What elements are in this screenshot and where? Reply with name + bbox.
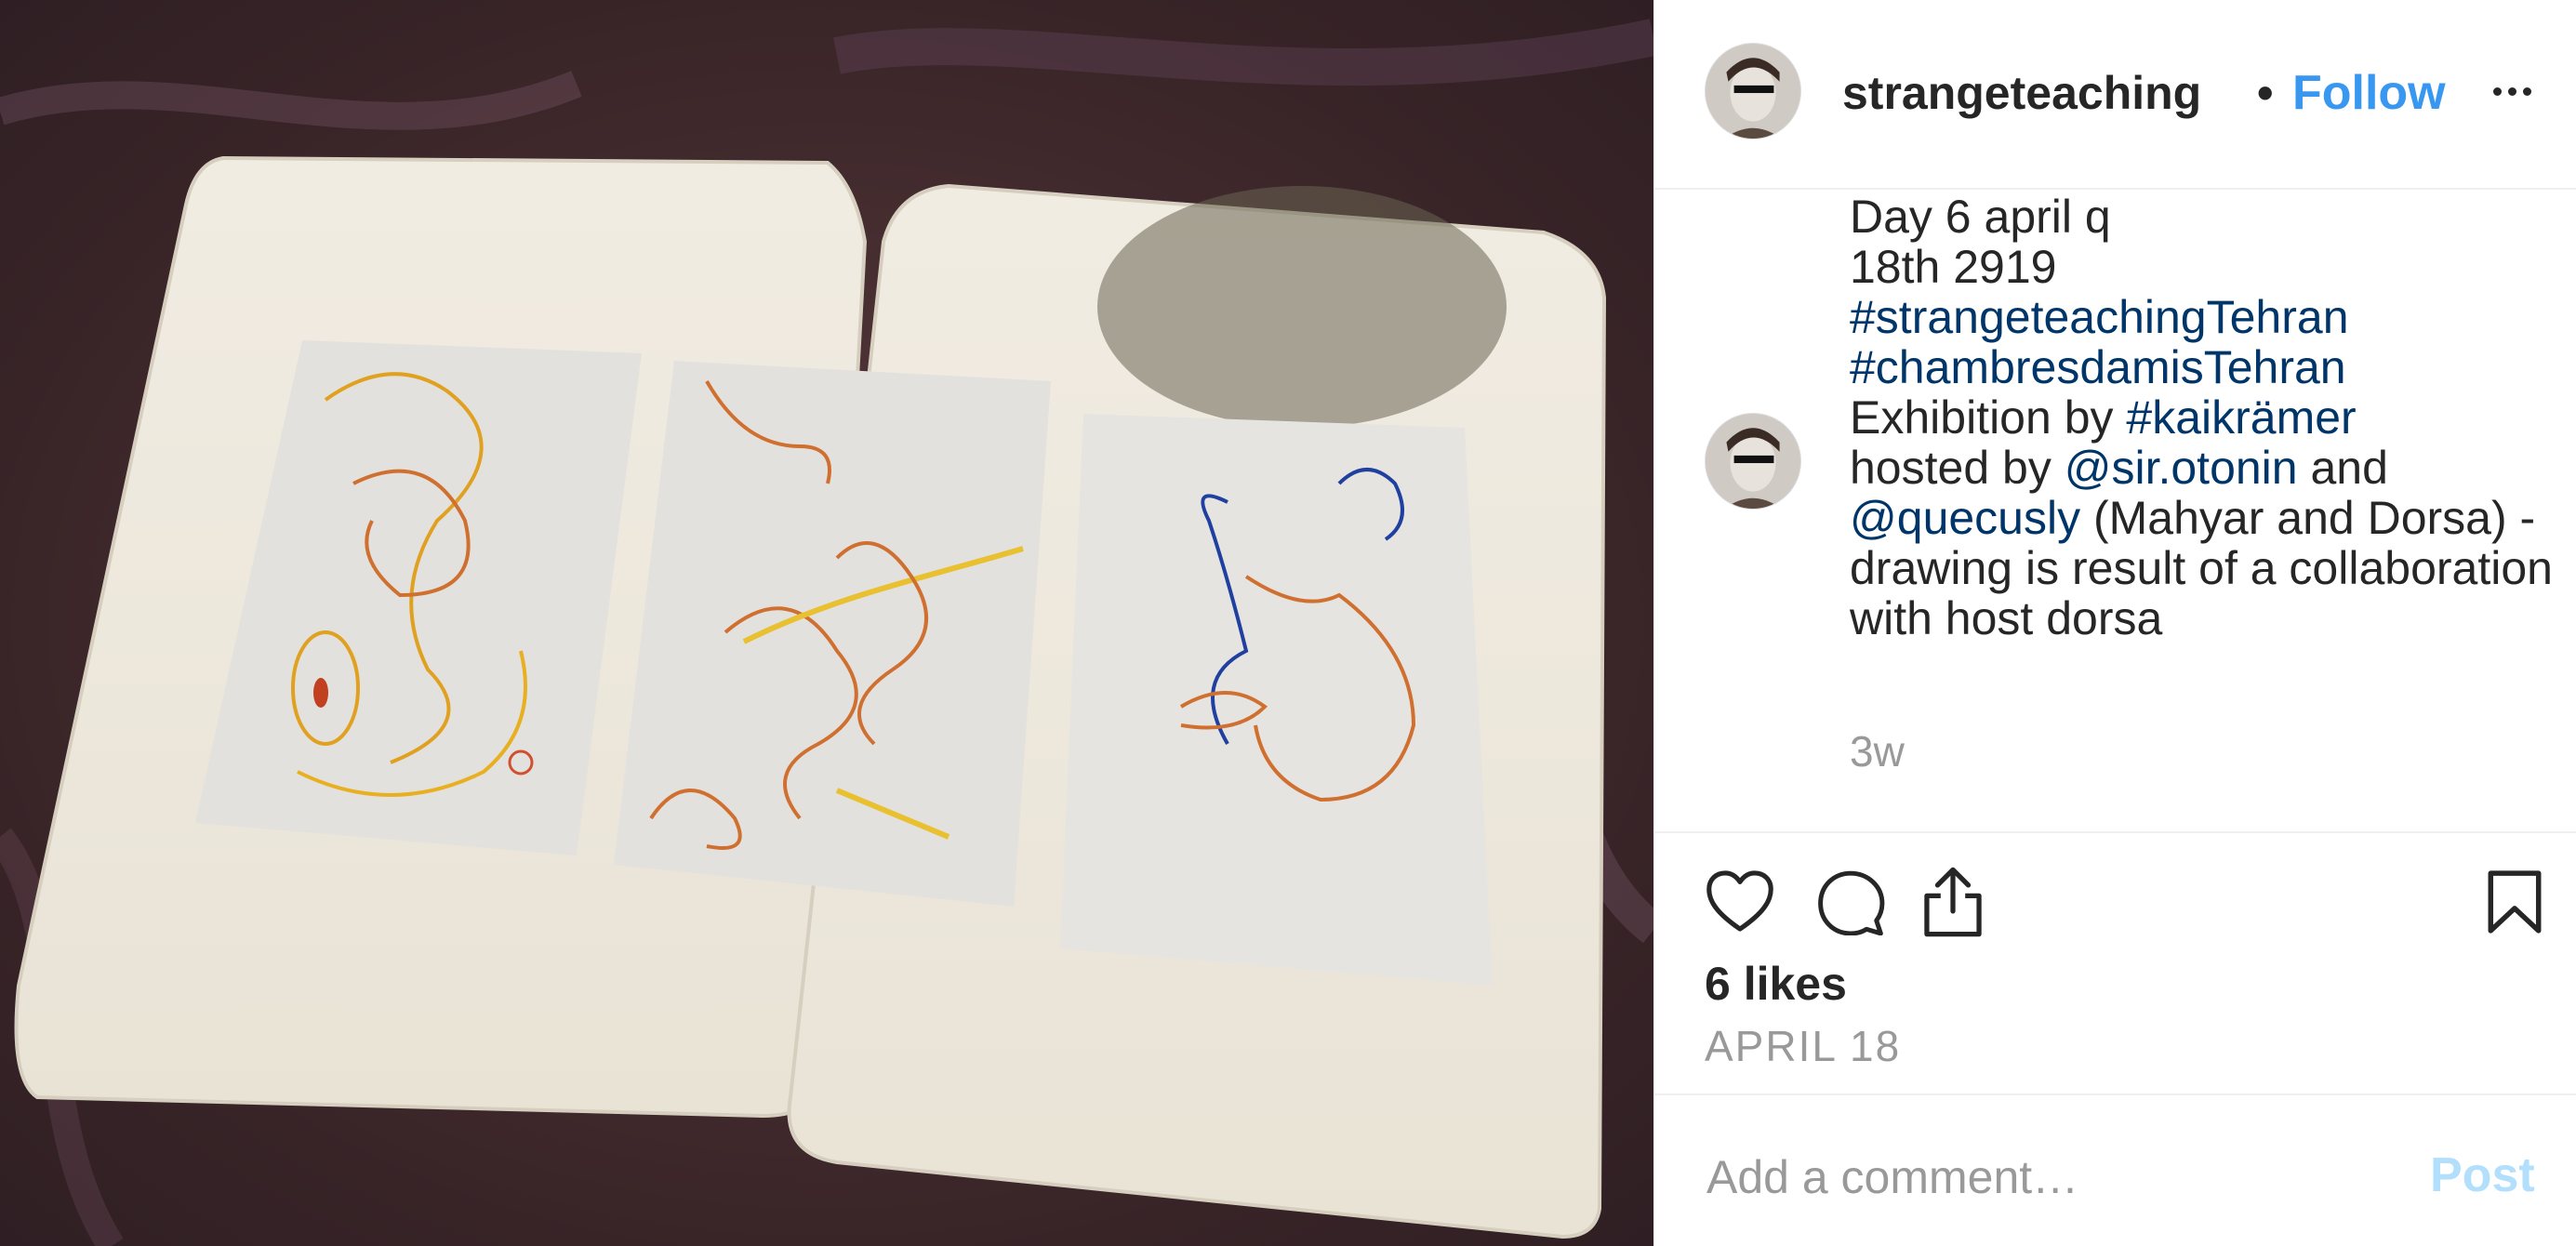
caption-line-2: 18th 2919: [1850, 241, 2057, 293]
username[interactable]: strangeteaching: [1842, 65, 2253, 121]
bookmark-icon[interactable]: [2486, 868, 2543, 935]
comment-bar: Post: [1654, 1094, 2576, 1246]
likes-count[interactable]: 6 likes: [1705, 956, 1847, 1012]
bookmark-icon-svg: [2488, 870, 2542, 934]
hashtag-chambresdamistehran[interactable]: #chambresdamisTehran: [1850, 341, 2346, 393]
heart-icon[interactable]: [1705, 868, 1775, 934]
more-options-icon[interactable]: [2493, 73, 2545, 110]
comment-icon-svg: [1818, 870, 1885, 936]
separator-dot: •: [2257, 67, 2274, 119]
post-caption: Day 6 april q 18th 2919 #strangeteaching…: [1850, 192, 2556, 643]
more-dot-2: [2508, 87, 2516, 96]
avatar[interactable]: [1705, 43, 1801, 139]
post-date[interactable]: APRIL 18: [1705, 1018, 1901, 1074]
comment-input[interactable]: [1705, 1144, 2359, 1211]
action-bar-divider: [1654, 831, 2576, 833]
more-dot-1: [2493, 87, 2502, 96]
heart-icon-svg: [1706, 870, 1773, 932]
caption-avatar-image: [1706, 414, 1800, 509]
share-icon-svg: [1924, 867, 1982, 937]
mention-sir-otonin[interactable]: @sir.otonin: [2065, 442, 2298, 494]
hashtag-kaikramer[interactable]: #kaikrämer: [2126, 391, 2356, 444]
comment-icon[interactable]: [1816, 868, 1885, 936]
caption-and-text: and: [2297, 442, 2388, 494]
caption-area: Day 6 april q 18th 2919 #strangeteaching…: [1654, 192, 2576, 833]
drawing-sheet-middle: [614, 361, 1051, 907]
follow-button[interactable]: Follow: [2292, 65, 2446, 121]
caption-hosted-text: hosted by: [1850, 442, 2065, 494]
more-dot-3: [2523, 87, 2531, 96]
post-header: strangeteaching • Follow: [1654, 0, 2576, 190]
caption-avatar[interactable]: [1705, 413, 1801, 510]
share-icon[interactable]: [1922, 865, 1984, 939]
drawing-sheet-right: [1060, 414, 1493, 986]
post-side-panel: strangeteaching • Follow Day 6 april q 1…: [1653, 0, 2576, 1246]
photo-canvas: [0, 0, 1653, 1246]
mention-quecusly[interactable]: @quecusly: [1850, 492, 2080, 544]
caption-line-1: Day 6 april q: [1850, 191, 2111, 243]
post-time-ago[interactable]: 3w: [1850, 725, 1905, 777]
hashtag-strangeteachingtehran[interactable]: #strangeteachingTehran: [1850, 291, 2349, 343]
avatar-image: [1706, 44, 1800, 139]
post-comment-button[interactable]: Post: [2430, 1147, 2535, 1203]
post-photo[interactable]: [0, 0, 1653, 1246]
caption-exhibition-text: Exhibition by: [1850, 391, 2127, 444]
